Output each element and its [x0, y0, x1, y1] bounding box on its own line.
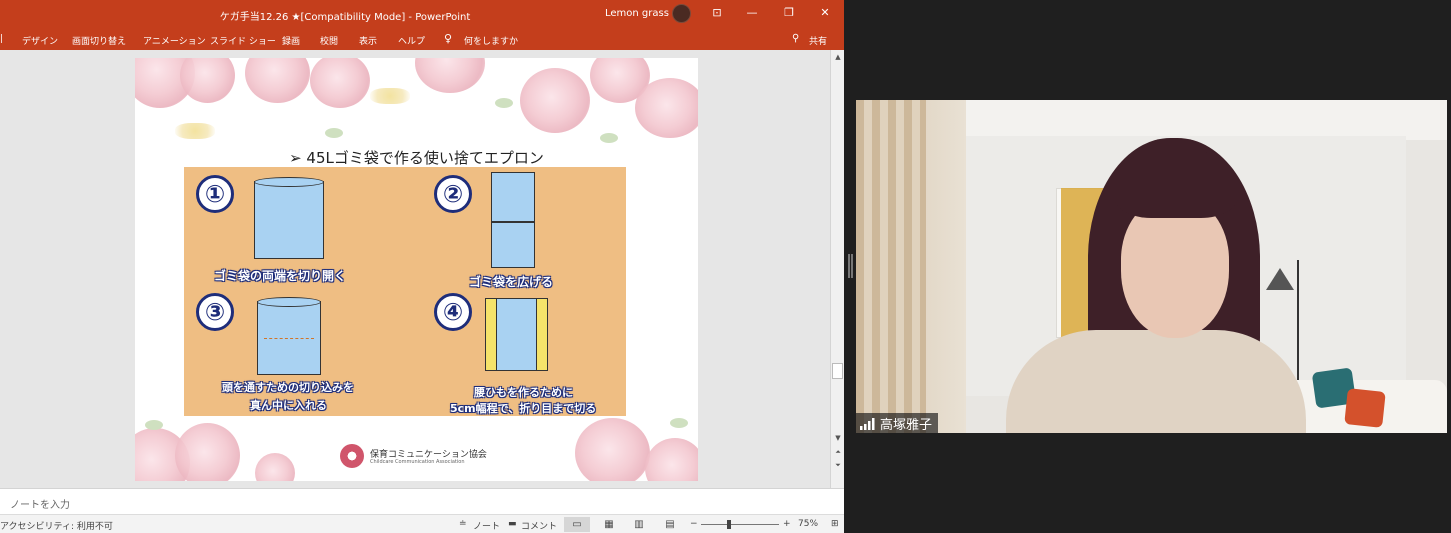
scroll-thumb[interactable] [832, 363, 843, 379]
pillow [1344, 388, 1386, 428]
window-title: ケガ手当12.26 ★[Compatibility Mode] - PowerP… [219, 12, 471, 23]
title-bar: ケガ手当12.26 ★[Compatibility Mode] - PowerP… [0, 0, 844, 28]
splitter-handle[interactable] [851, 254, 853, 278]
participant-video[interactable]: 高塚雅子 [856, 100, 1447, 433]
tab-design[interactable]: デザイン [22, 34, 58, 47]
step-1-caption: ゴミ袋の両端を切り開く [214, 269, 347, 283]
tab-view[interactable]: 表示 [359, 34, 377, 47]
heart-logo-icon [340, 444, 364, 468]
rose-decoration [245, 58, 310, 103]
cork-board: ① ゴミ袋の両端を切り開く ② ゴミ袋を広げる ③ 頭を通すための切り込みを 真… [184, 167, 626, 416]
vertical-scrollbar[interactable]: ▲ ▼ ⏶ ⏷ [830, 50, 844, 488]
comments-icon[interactable]: ▬ [508, 519, 517, 529]
step-4-caption-line1: 腰ひもを作るために [474, 386, 573, 399]
step-1-number: ① [196, 175, 234, 213]
normal-view-icon[interactable]: ▭ [564, 517, 590, 532]
notes-placeholder[interactable]: ノートを入力 [10, 496, 70, 511]
tab-animations[interactable]: アニメーション [143, 34, 206, 47]
zoom-slider-thumb[interactable] [727, 520, 731, 529]
user-avatar[interactable] [672, 4, 691, 23]
tab-review[interactable]: 校閲 [320, 34, 338, 47]
step-3-caption-line1: 頭を通すための切り込みを [222, 381, 354, 394]
tab-slideshow[interactable]: スライド ショー [210, 34, 276, 47]
step-2-caption: ゴミ袋を広げる [469, 275, 554, 289]
step-3-bag [257, 297, 321, 375]
rose-decoration [415, 58, 485, 93]
minimize-icon[interactable]: — [742, 4, 762, 22]
participant-name-tag: 高塚雅子 [856, 413, 939, 433]
rose-decoration [175, 423, 240, 481]
tab-record[interactable]: 録画 [282, 34, 300, 47]
leaf-decoration [145, 420, 163, 430]
step-2-number: ② [434, 175, 472, 213]
restore-icon[interactable]: ❐ [779, 4, 799, 22]
leaf-decoration [600, 133, 618, 143]
lamp-shade [1266, 268, 1294, 290]
step-3-caption-line2: 真ん中に入れる [250, 399, 327, 412]
slideshow-view-icon[interactable]: ▤ [657, 517, 683, 532]
zoom-slider[interactable] [701, 524, 779, 525]
notes-button[interactable]: ノート [473, 519, 500, 532]
org-name-english: Childcare Communication Association [370, 459, 465, 465]
next-slide-icon[interactable]: ⏷ [833, 461, 843, 470]
zoom-level[interactable]: 75% [798, 519, 818, 529]
accessibility-status[interactable]: アクセシビリティ: 利用不可 [0, 519, 113, 532]
step-4-bag [485, 298, 548, 371]
person-body [1006, 330, 1306, 433]
rose-decoration [645, 438, 698, 481]
signal-strength-icon [860, 418, 875, 430]
slide-title: ➢ 45Lゴミ袋で作る使い捨てエプロン [289, 149, 544, 167]
slide-canvas[interactable]: ➢ 45Lゴミ袋で作る使い捨てエプロン ① ゴミ袋の両端を切り開く ② ゴミ袋を… [135, 58, 698, 481]
participant-name: 高塚雅子 [880, 418, 933, 433]
leaf-decoration [495, 98, 513, 108]
share-person-icon: ⚲ [792, 33, 800, 44]
tab-help[interactable]: ヘルプ [398, 34, 425, 47]
rose-decoration [575, 418, 650, 481]
ribbon-display-icon[interactable]: ⊡ [707, 4, 727, 22]
close-icon[interactable]: ✕ [815, 4, 835, 22]
fit-slide-icon[interactable]: ⊞ [831, 519, 839, 529]
zoom-out-icon[interactable]: − [690, 519, 698, 529]
step-1-bag [254, 177, 324, 259]
rose-decoration [180, 58, 235, 103]
tell-me-search[interactable]: 何をしますか [464, 34, 518, 47]
lightbulb-icon: ♀ [444, 32, 453, 45]
previous-slide-icon[interactable]: ⏶ [833, 448, 843, 457]
person-face [1121, 198, 1229, 338]
user-name[interactable]: Lemon grass [605, 8, 669, 19]
step-4-number: ④ [434, 293, 472, 331]
powerpoint-window: ケガ手当12.26 ★[Compatibility Mode] - PowerP… [0, 0, 844, 533]
mimosa-decoration [175, 123, 215, 139]
step-2-bag [491, 172, 535, 268]
person-bangs [1114, 148, 1238, 218]
rose-decoration [635, 78, 698, 138]
scroll-down-icon[interactable]: ▼ [833, 434, 843, 442]
slide-sorter-icon[interactable]: ▦ [596, 517, 622, 532]
comments-button[interactable]: コメント [521, 519, 557, 532]
leaf-decoration [670, 418, 688, 428]
notes-icon[interactable]: ≐ [459, 519, 467, 529]
splitter-handle[interactable] [848, 254, 850, 278]
tab-partial[interactable]: | [0, 34, 3, 44]
step-3-number: ③ [196, 293, 234, 331]
curtain [856, 100, 926, 433]
rose-decoration [310, 58, 370, 108]
zoom-in-icon[interactable]: + [783, 519, 791, 529]
rose-decoration [520, 68, 590, 133]
mimosa-decoration [370, 88, 410, 104]
step-4-caption-line2: 5cm幅程で、折り目まで切る [450, 402, 597, 415]
ribbon-tabs: | デザイン 画面切り替え アニメーション スライド ショー 録画 校閲 表示 … [0, 28, 844, 50]
reading-view-icon[interactable]: ▥ [626, 517, 652, 532]
lamp-pole [1297, 260, 1299, 400]
leaf-decoration [325, 128, 343, 138]
notes-pane[interactable]: ノートを入力 [0, 488, 844, 514]
screen: ケガ手当12.26 ★[Compatibility Mode] - PowerP… [0, 0, 1451, 533]
share-button[interactable]: 共有 [809, 34, 827, 47]
tab-transitions[interactable]: 画面切り替え [72, 34, 126, 47]
status-bar: アクセシビリティ: 利用不可 ≐ ノート ▬ コメント ▭ ▦ ▥ ▤ − + … [0, 514, 844, 533]
rose-decoration [255, 453, 295, 481]
scroll-up-icon[interactable]: ▲ [833, 53, 843, 61]
